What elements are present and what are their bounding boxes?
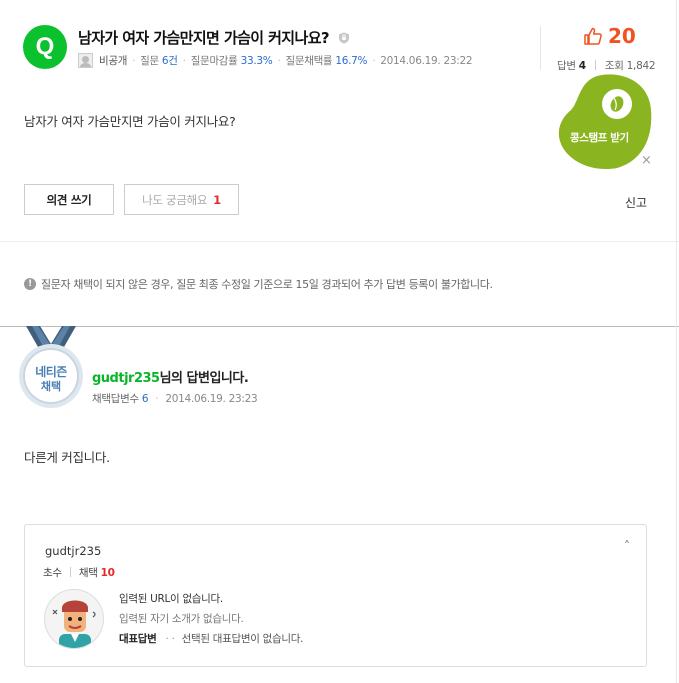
- coupon-label[interactable]: 콩스탬프 받기: [570, 130, 629, 145]
- coffee-bean-icon: [602, 89, 632, 119]
- views-count: 1,842: [626, 60, 656, 72]
- adopted-label: 채택답변수: [92, 393, 139, 405]
- privacy-shield-icon: [338, 32, 349, 44]
- question-author: 비공개: [99, 55, 128, 67]
- anonymous-avatar-icon: [78, 53, 93, 68]
- grade-label: 초수: [43, 567, 62, 579]
- profile-name[interactable]: gudtjr235: [45, 544, 101, 558]
- rep-answer-label: 대표답변: [119, 633, 157, 645]
- answer-notice: ! 질문자 채택이 되지 않은 경우, 질문 최종 수정일 기준으로 15일 경…: [24, 276, 493, 292]
- medal-label-line2: 채택: [40, 380, 62, 393]
- coupon-close-icon[interactable]: ×: [641, 153, 652, 168]
- meta-questions-label: 질문: [140, 55, 159, 67]
- meta-close-rate-value: 33.3%: [240, 54, 273, 67]
- answer-title-suffix: 님의 답변입니다.: [159, 371, 249, 386]
- answer-divider: [0, 326, 679, 327]
- report-link[interactable]: 신고: [625, 194, 647, 211]
- curious-count: 1: [213, 192, 221, 207]
- curious-label: 나도 궁금해요: [142, 192, 208, 207]
- meta-close-rate-label: 질문마감률: [190, 55, 238, 67]
- right-border: [676, 0, 677, 683]
- question-title-text: 남자가 여자 가슴만지면 가슴이 커지나요?: [78, 29, 330, 47]
- profile-grade: 초수 채택 10: [43, 565, 115, 580]
- like-count: 20: [608, 24, 636, 48]
- character-avatar-icon: [52, 600, 96, 648]
- adopted-count: 6: [141, 393, 149, 405]
- answerer-profile-card: gudtjr235 ˄ 초수 채택 10 입력된 URL이 없습니다. 입력된 …: [24, 524, 647, 667]
- answer-date: 2014.06.19. 23:23: [165, 393, 258, 405]
- info-icon: !: [24, 278, 36, 290]
- answer-body: 다른게 커집니다.: [24, 450, 110, 465]
- profile-url: 입력된 URL이 없습니다.: [119, 593, 223, 605]
- question-body: 남자가 여자 가슴만지면 가슴이 커지나요?: [24, 114, 236, 129]
- question-badge-icon: Q: [23, 25, 67, 69]
- profile-avatar: [44, 589, 104, 649]
- question-stats: 답변 4 조회 1,842: [557, 58, 656, 73]
- rep-answer-text: 선택된 대표답변이 없습니다.: [181, 633, 304, 645]
- answer-meta: 채택답변수 6 · 2014.06.19. 23:23: [92, 393, 258, 405]
- like-button[interactable]: 20: [583, 24, 636, 48]
- question-meta: 비공개 · 질문 6건 · 질문마감률 33.3% · 질문채택률 16.7% …: [78, 53, 473, 68]
- views-label: 조회: [604, 60, 624, 72]
- write-opinion-button[interactable]: 의견 쓰기: [24, 184, 114, 215]
- thumbs-up-icon: [584, 27, 602, 45]
- answers-count: 4: [578, 60, 586, 72]
- notice-text: 질문자 채택이 되지 않은 경우, 질문 최종 수정일 기준으로 15일 경과되…: [41, 278, 493, 291]
- meta-adopt-rate-label: 질문채택률: [285, 55, 333, 67]
- collapse-chevron-icon[interactable]: ˄: [624, 539, 630, 553]
- question-title: 남자가 여자 가슴만지면 가슴이 커지나요?: [78, 27, 350, 48]
- profile-rep-answer: 대표답변 · · 선택된 대표답변이 없습니다.: [119, 631, 303, 646]
- rep-answer-dots: · ·: [165, 633, 175, 645]
- adopt-label: 채택: [78, 567, 98, 579]
- coupon-stamp-button[interactable]: [557, 72, 652, 170]
- adopt-count: 10: [100, 567, 115, 579]
- meta-adopt-rate-value: 16.7%: [335, 54, 368, 67]
- answer-title: gudtjr235님의 답변입니다.: [92, 367, 249, 386]
- stats-divider: [540, 26, 541, 70]
- answers-label: 답변: [557, 60, 576, 72]
- profile-intro: 입력된 자기 소개가 없습니다.: [119, 613, 244, 625]
- divider: [0, 241, 679, 242]
- meta-questions-value: 6건: [161, 55, 178, 67]
- question-date: 2014.06.19. 23:22: [380, 54, 473, 67]
- curious-button[interactable]: 나도 궁금해요 1: [124, 184, 239, 215]
- answer-username-link[interactable]: gudtjr235: [92, 371, 160, 386]
